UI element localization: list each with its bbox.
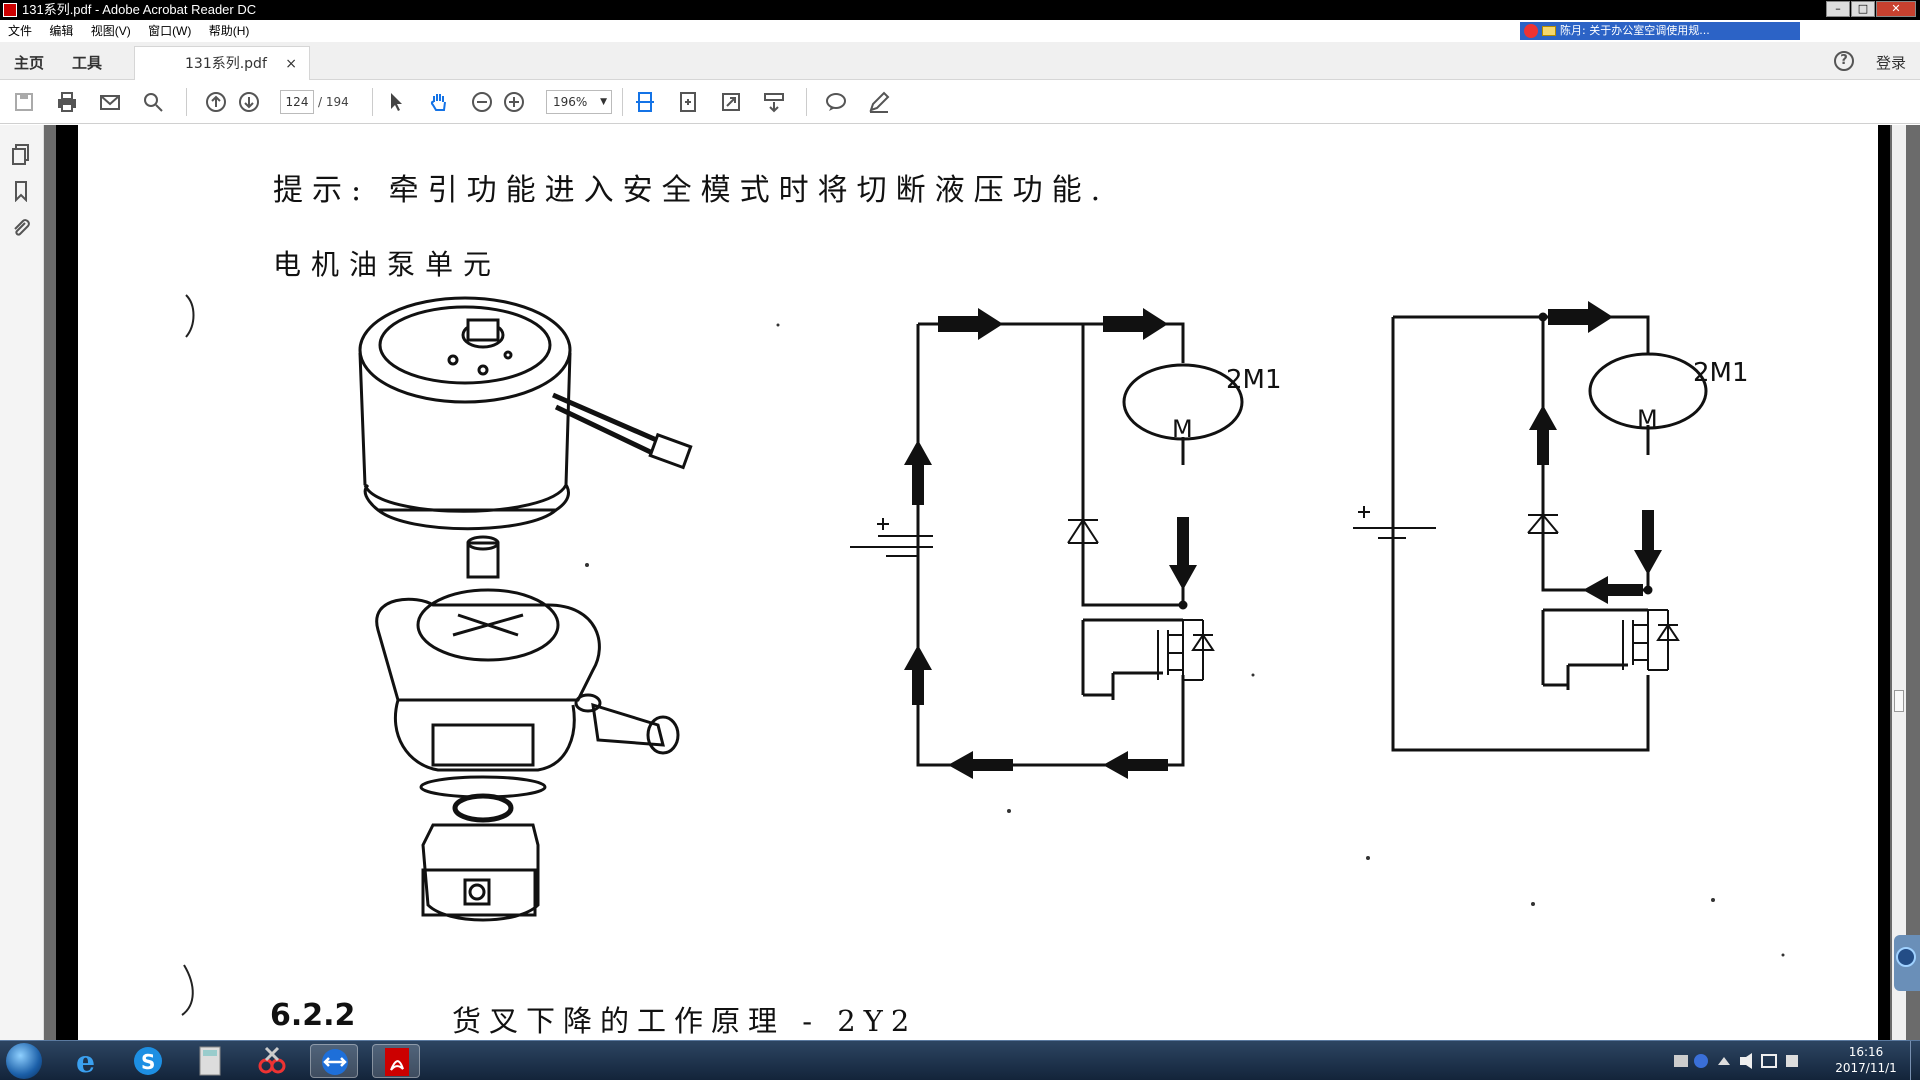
section-title: 货叉下降的工作原理 - 2Y2 — [452, 1004, 918, 1038]
notification-popup[interactable]: 陈月: 关于办公室空调使用规... — [1520, 22, 1800, 40]
current-arrows-1 — [904, 308, 1197, 779]
fullscreen-icon[interactable] — [719, 90, 743, 114]
motor-symbol-label-2: M — [1637, 405, 1658, 433]
toolbar-separator — [372, 88, 373, 116]
mail-icon[interactable] — [98, 90, 122, 114]
select-arrow-icon[interactable] — [384, 90, 408, 114]
window-controls: – □ ✕ — [1825, 1, 1916, 19]
app-badge-icon — [1524, 24, 1538, 38]
toolbar-separator — [186, 88, 187, 116]
help-tray-icon — [1694, 1054, 1708, 1068]
zoom-in-icon[interactable] — [502, 90, 526, 114]
attachment-icon[interactable] — [10, 217, 32, 239]
minimize-button[interactable]: – — [1826, 1, 1850, 17]
menu-view[interactable]: 视图(V) — [91, 24, 131, 38]
start-button[interactable] — [6, 1043, 42, 1079]
search-icon[interactable] — [141, 90, 165, 114]
notification-text: 陈月: 关于办公室空调使用规... — [1560, 24, 1710, 37]
assistant-icon — [1896, 947, 1916, 967]
taskbar-acrobat-icon[interactable] — [372, 1044, 420, 1078]
page-number-input[interactable]: 124 — [280, 90, 314, 114]
tray-icons — [1674, 1053, 1798, 1069]
taskbar-calculator-icon[interactable] — [186, 1044, 234, 1078]
zoom-select[interactable]: 196% ▼ — [546, 90, 612, 114]
menu-window[interactable]: 窗口(W) — [148, 24, 191, 38]
page-down-icon[interactable] — [237, 90, 261, 114]
mail-notification-icon — [1542, 26, 1556, 36]
section-number: 6.2.2 — [270, 998, 356, 1033]
print-icon[interactable] — [55, 90, 79, 114]
tab-bar: 主页 工具 131系列.pdf × ? 登录 — [0, 42, 1920, 81]
page-total: / 194 — [318, 95, 349, 109]
tab-home[interactable]: 主页 — [14, 52, 44, 73]
current-arrows-2 — [1529, 301, 1662, 604]
zoom-out-icon[interactable] — [470, 90, 494, 114]
unit-title: 电机油泵单元 — [273, 248, 502, 281]
action-center-icon — [1786, 1055, 1798, 1067]
rotate-icon[interactable] — [676, 90, 700, 114]
taskbar-sogou-icon[interactable]: S — [124, 1044, 172, 1078]
close-window-button[interactable]: ✕ — [1876, 1, 1916, 17]
login-button[interactable]: 登录 — [1876, 52, 1906, 73]
scrollbar-thumb[interactable] — [1894, 690, 1904, 712]
page-border-right — [1878, 125, 1890, 1040]
clock-time: 16:16 — [1848, 1045, 1884, 1059]
toolbar-separator — [622, 88, 623, 116]
floating-assistant-button[interactable] — [1894, 935, 1920, 991]
pdf-icon — [3, 3, 17, 17]
hint-text: 提示: 牵引功能进入安全模式时将切断液压功能. — [273, 173, 1110, 208]
navigation-panel — [0, 125, 44, 1040]
vertical-scrollbar[interactable] — [1892, 125, 1906, 1040]
menu-edit[interactable]: 编辑 — [49, 24, 73, 38]
title-bar: 131系列.pdf - Adobe Acrobat Reader DC – □ … — [0, 0, 1920, 20]
scan-mark — [181, 964, 194, 1016]
svg-text:S: S — [141, 1050, 155, 1074]
tab-tools[interactable]: 工具 — [72, 52, 102, 73]
keyboard-icon — [1674, 1055, 1688, 1067]
menu-help[interactable]: 帮助(H) — [209, 24, 250, 38]
show-desktop-button[interactable] — [1910, 1041, 1920, 1080]
clock-date: 2017/11/1 — [1835, 1061, 1897, 1075]
taskbar-snipping-icon[interactable] — [248, 1044, 296, 1078]
toolbar: 124 / 194 196% ▼ — [0, 80, 1920, 124]
help-icon[interactable]: ? — [1834, 51, 1854, 71]
pages-icon[interactable] — [10, 143, 32, 165]
close-tab-button[interactable]: × — [285, 47, 297, 81]
bookmark-icon[interactable] — [10, 180, 32, 203]
save-icon[interactable] — [12, 90, 36, 114]
volume-icon — [1740, 1053, 1752, 1069]
system-tray — [1664, 1047, 1824, 1075]
chevron-down-icon: ▼ — [600, 97, 607, 107]
taskbar-teamviewer-icon[interactable] — [310, 1044, 358, 1078]
motor-label-1: 2M1 — [1226, 365, 1282, 395]
maximize-button[interactable]: □ — [1851, 1, 1875, 17]
page-up-icon[interactable] — [204, 90, 228, 114]
clock[interactable]: 16:16 2017/11/1 — [1826, 1044, 1906, 1076]
pdf-page: 提示: 牵引功能进入安全模式时将切断液压功能. 电机油泵单元 2M1 2M1 M… — [78, 125, 1878, 1040]
fit-page-icon[interactable] — [633, 90, 657, 114]
hand-icon[interactable] — [427, 90, 451, 114]
sign-icon[interactable] — [867, 90, 891, 114]
tab-document[interactable]: 131系列.pdf × — [134, 46, 310, 81]
toolbar-separator — [806, 88, 807, 116]
motor-label-2: 2M1 — [1693, 358, 1749, 388]
tab-document-label: 131系列.pdf — [185, 56, 267, 72]
app-window: 131系列.pdf - Adobe Acrobat Reader DC – □ … — [0, 0, 1920, 1080]
motor-symbol-label-1: M — [1172, 415, 1193, 443]
scroll-mode-icon[interactable] — [762, 90, 786, 114]
taskbar: e S 16:16 2017/11/1 — [0, 1040, 1920, 1080]
network-icon — [1761, 1054, 1777, 1068]
taskbar-ie-icon[interactable]: e — [64, 1044, 112, 1080]
scan-mark — [185, 294, 195, 338]
menu-file[interactable]: 文件 — [8, 24, 32, 38]
comment-icon[interactable] — [824, 90, 848, 114]
page-border-left — [56, 125, 78, 1040]
svg-text:e: e — [76, 1045, 95, 1078]
tray-expand-icon — [1718, 1057, 1730, 1065]
motor-pump-drawing — [358, 296, 693, 922]
zoom-value: 196% — [553, 95, 588, 109]
window-title: 131系列.pdf - Adobe Acrobat Reader DC — [22, 2, 257, 17]
